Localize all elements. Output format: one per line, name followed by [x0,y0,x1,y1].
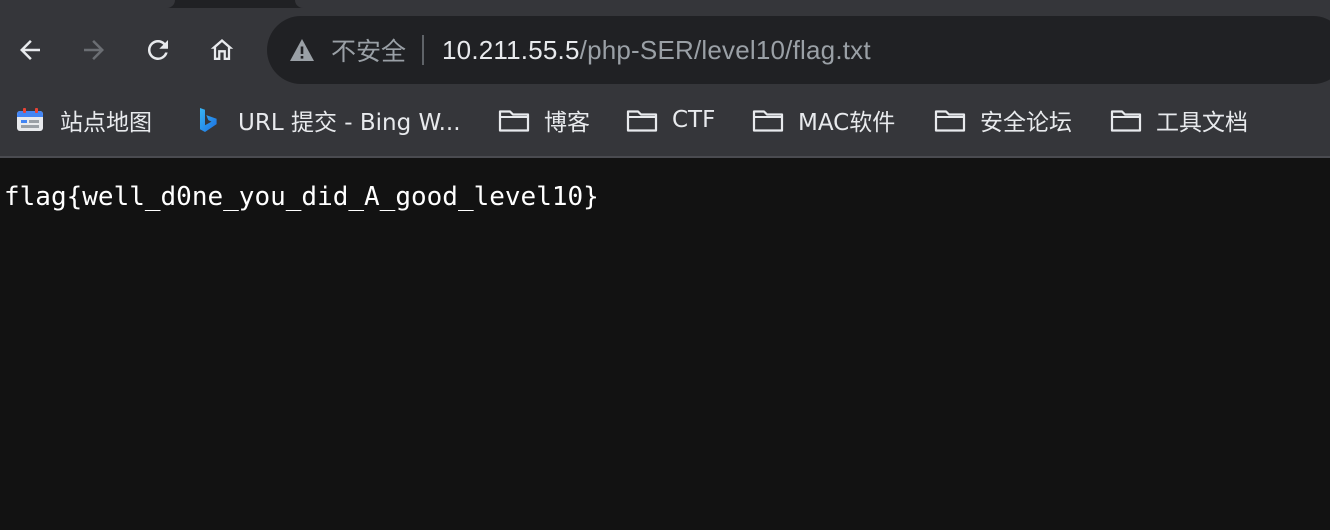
reload-button[interactable] [136,28,180,72]
address-bar[interactable]: 不安全 10.211.55.5/php-SER/level10/flag.txt [267,16,1330,84]
home-icon [210,39,234,60]
bookmark-label: 工具文档 [1156,110,1248,136]
bookmark-bing-url-submit[interactable]: URL 提交 - Bing W... [192,100,461,140]
folder-icon [498,106,530,134]
bookmark-folder-blog[interactable]: 博客 [498,100,590,140]
page-content: flag{well_d0ne_you_did_A_good_level10} [0,160,1330,530]
back-button[interactable] [8,28,52,72]
arrow-right-icon [84,40,104,60]
url-path: /php-SER/level10/flag.txt [579,34,871,65]
bookmark-site-map[interactable]: 站点地图 [14,100,152,140]
arrow-left-icon [20,40,40,60]
tab-inactive[interactable] [0,0,175,8]
reload-icon [147,39,168,60]
warning-triangle-icon[interactable] [289,37,315,63]
folder-icon [934,106,966,134]
home-button[interactable] [200,28,244,72]
browser-chrome: 不安全 10.211.55.5/php-SER/level10/flag.txt… [0,0,1330,158]
bookmark-label: URL 提交 - Bing W... [238,110,461,136]
bing-icon [192,106,224,134]
security-status-label[interactable]: 不安全 [331,32,406,68]
bookmark-folder-tool-docs[interactable]: 工具文档 [1110,100,1248,140]
bookmark-folder-ctf[interactable]: CTF [626,100,715,140]
forward-button[interactable] [72,28,116,72]
bookmark-folder-mac-software[interactable]: MAC软件 [752,100,895,140]
folder-icon [752,106,784,134]
omnibox-divider [422,35,425,65]
url-host: 10.211.55.5 [442,34,580,65]
bookmark-label: MAC软件 [798,110,896,136]
bookmark-label: CTF [672,107,716,133]
folder-icon [626,106,658,134]
url-text[interactable]: 10.211.55.5/php-SER/level10/flag.txt [442,35,871,66]
bookmark-label: 博客 [544,110,590,136]
bookmarks-bar: 站点地图 URL 提交 - Bing W... 博客 CTF MAC软件 安全论… [0,100,1330,140]
tab-active[interactable] [295,0,1330,8]
bookmark-label: 安全论坛 [980,110,1072,136]
bookmark-folder-security-forum[interactable]: 安全论坛 [934,100,1072,140]
flag-text: flag{well_d0ne_you_did_A_good_level10} [4,182,599,212]
folder-icon [1110,106,1142,134]
bookmark-label: 站点地图 [60,110,152,136]
site-map-icon [14,106,46,134]
